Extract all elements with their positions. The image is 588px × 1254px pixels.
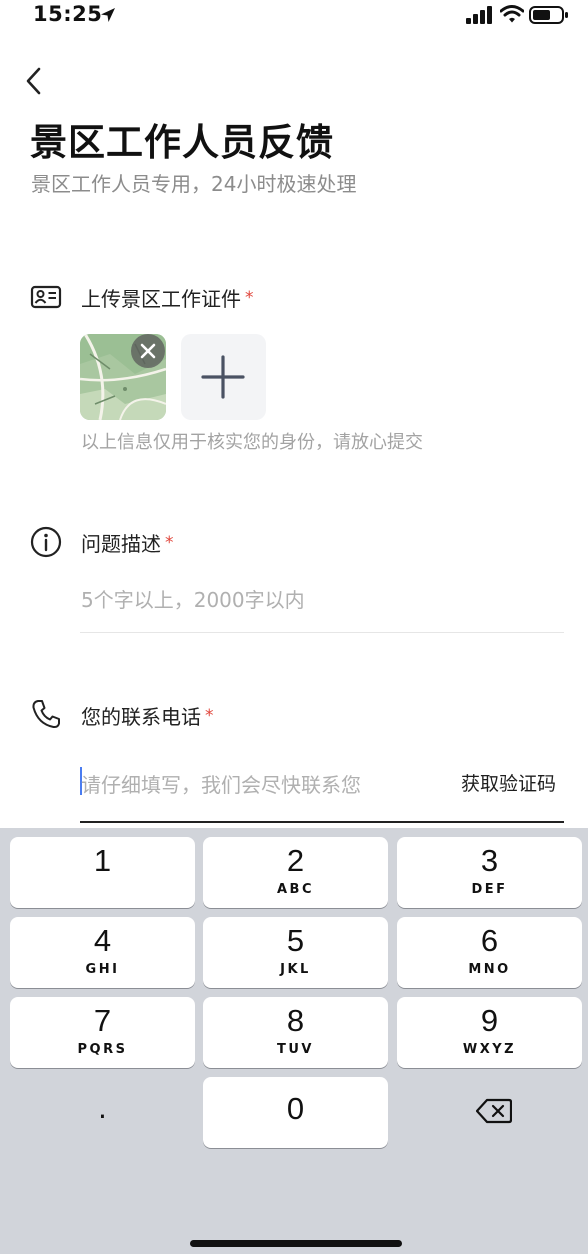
get-verification-code-button[interactable]: 获取验证码 — [461, 769, 556, 796]
info-icon — [30, 526, 62, 558]
key-digit: 5 — [286, 923, 305, 958]
phone-input[interactable]: 请仔细填写，我们会尽快联系您 — [81, 769, 361, 798]
key-dot[interactable]: . — [10, 1076, 195, 1147]
status-time: 15:25 — [33, 2, 103, 26]
required-mark: * — [165, 533, 174, 553]
description-input[interactable]: 5个字以上，2000字以内 — [81, 584, 305, 613]
key-5[interactable]: 5 JKL — [203, 917, 388, 988]
key-9[interactable]: 9 WXYZ — [397, 997, 582, 1068]
wifi-icon — [500, 5, 524, 23]
key-letters: PQRS — [77, 1042, 128, 1057]
key-digit: 8 — [286, 1003, 305, 1038]
key-6[interactable]: 6 MNO — [397, 917, 582, 988]
key-digit: 7 — [93, 1003, 112, 1038]
key-letters: ABC — [276, 882, 314, 897]
key-4[interactable]: 4 GHI — [10, 917, 195, 988]
key-0[interactable]: 0 — [203, 1077, 388, 1148]
battery-icon — [529, 6, 568, 24]
key-8[interactable]: 8 TUV — [203, 997, 388, 1068]
key-letters: MNO — [468, 962, 511, 977]
id-card-icon — [30, 285, 62, 309]
id-upload-label-text: 上传景区工作证件 — [81, 287, 241, 311]
key-letters: WXYZ — [462, 1042, 517, 1057]
key-2[interactable]: 2 ABC — [203, 837, 388, 908]
cellular-signal-icon — [466, 6, 492, 24]
add-photo-button[interactable] — [181, 334, 266, 420]
upload-privacy-note: 以上信息仅用于核实您的身份，请放心提交 — [81, 432, 423, 453]
location-arrow-icon — [101, 8, 115, 22]
key-digit: 9 — [480, 1003, 499, 1038]
required-mark: * — [245, 288, 254, 308]
phone-input-underline — [80, 821, 564, 823]
back-button[interactable] — [20, 66, 46, 96]
description-divider — [80, 632, 564, 633]
key-letters: JKL — [280, 962, 311, 977]
close-icon — [140, 343, 156, 359]
page-title: 景区工作人员反馈 — [30, 121, 334, 164]
phone-label: 您的联系电话 * — [81, 701, 214, 730]
description-label-text: 问题描述 — [81, 532, 161, 556]
key-digit: 6 — [480, 923, 499, 958]
key-1[interactable]: 1 — [10, 837, 195, 908]
key-digit: 4 — [93, 923, 112, 958]
key-7[interactable]: 7 PQRS — [10, 997, 195, 1068]
key-letters: TUV — [277, 1042, 314, 1057]
id-upload-label: 上传景区工作证件 * — [81, 283, 254, 312]
backspace-icon[interactable] — [476, 1098, 512, 1124]
description-label: 问题描述 * — [81, 528, 174, 557]
key-letters: GHI — [85, 962, 120, 977]
phone-label-text: 您的联系电话 — [81, 705, 201, 729]
key-digit: 0 — [286, 1091, 305, 1126]
key-letters: DEF — [471, 882, 508, 897]
key-digit: 3 — [480, 843, 499, 878]
required-mark: * — [205, 706, 214, 726]
key-digit: 1 — [93, 843, 112, 878]
remove-photo-button[interactable] — [131, 334, 165, 368]
phone-icon — [32, 700, 60, 729]
key-3[interactable]: 3 DEF — [397, 837, 582, 908]
page-subtitle: 景区工作人员专用，24小时极速处理 — [31, 172, 357, 196]
plus-icon — [201, 355, 245, 399]
key-digit: 2 — [286, 843, 305, 878]
status-bar: 15:25 — [0, 0, 588, 34]
home-indicator[interactable] — [190, 1240, 402, 1247]
